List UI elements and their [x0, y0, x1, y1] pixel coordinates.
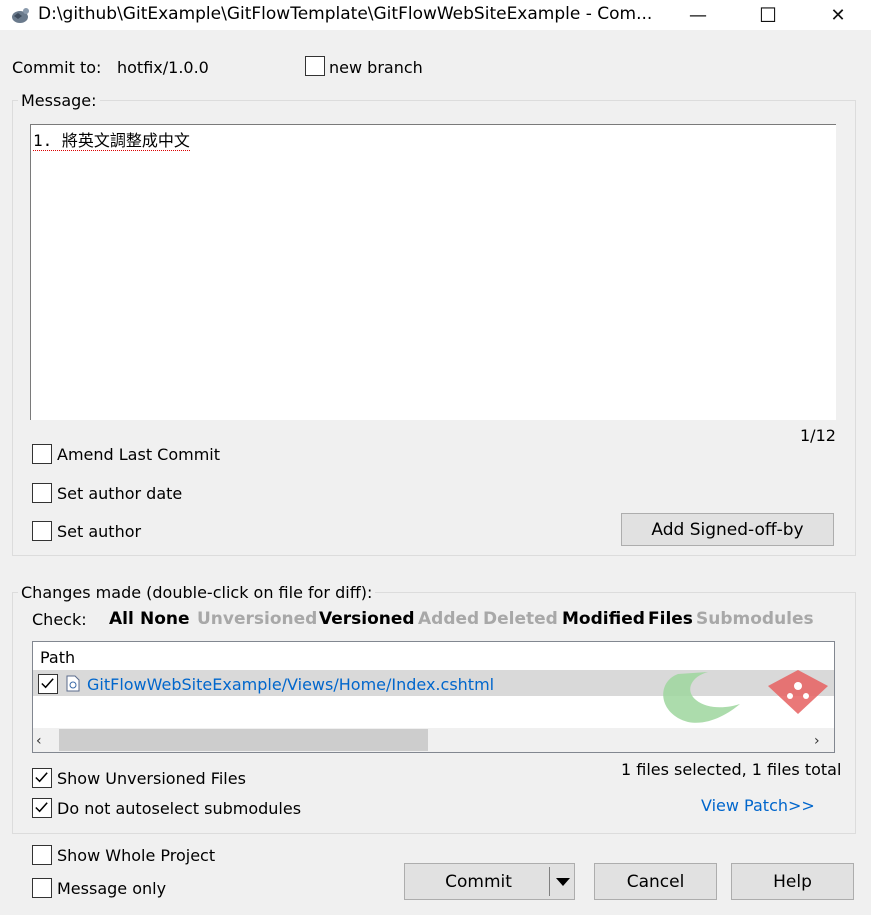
title-bar: D:\github\GitExample\GitFlowTemplate\Git… — [0, 0, 871, 30]
tortoisegit-watermark-icon — [663, 670, 828, 723]
filter-modified[interactable]: Modified — [562, 609, 645, 629]
message-content: 1. 將英文調整成中文 — [33, 131, 190, 151]
scrollbar-thumb[interactable] — [59, 729, 428, 751]
window-title: D:\github\GitExample\GitFlowTemplate\Git… — [38, 4, 653, 24]
file-path[interactable]: GitFlowWebSiteExample/Views/Home/Index.c… — [87, 675, 494, 694]
selection-summary: 1 files selected, 1 files total — [621, 760, 842, 779]
show-whole-project-label: Show Whole Project — [57, 846, 216, 865]
checkmark-icon — [41, 678, 54, 689]
maximize-icon: ☐ — [759, 3, 777, 27]
column-header-path[interactable]: Path — [40, 648, 75, 667]
filter-added: Added — [418, 609, 480, 629]
amend-last-commit-label: Amend Last Commit — [57, 445, 221, 464]
set-author-date-label: Set author date — [57, 484, 183, 503]
no-autoselect-submodules-checkbox[interactable] — [32, 798, 52, 818]
scroll-left-icon[interactable]: ‹ — [36, 733, 42, 749]
checkmark-icon — [35, 772, 48, 783]
scroll-right-icon[interactable]: › — [814, 733, 820, 749]
add-signed-off-by-button[interactable]: Add Signed-off-by — [621, 513, 834, 546]
chevron-down-icon — [556, 878, 570, 886]
set-author-date-checkbox[interactable] — [32, 483, 52, 503]
show-whole-project-checkbox[interactable] — [32, 845, 52, 865]
file-icon — [66, 675, 80, 692]
message-editor[interactable] — [30, 124, 836, 420]
minimize-icon: — — [689, 4, 707, 26]
amend-last-commit-checkbox[interactable] — [32, 444, 52, 464]
changes-group-label: Changes made (double-click on file for d… — [18, 583, 376, 602]
split-divider — [549, 867, 550, 896]
cancel-button[interactable]: Cancel — [594, 863, 717, 900]
show-unversioned-checkbox[interactable] — [32, 768, 52, 788]
maximize-button[interactable]: ☐ — [745, 0, 791, 30]
message-only-checkbox[interactable] — [32, 878, 52, 898]
new-branch-checkbox[interactable] — [305, 56, 325, 76]
filter-deleted: Deleted — [483, 609, 558, 629]
minimize-button[interactable]: — — [675, 0, 721, 30]
set-author-label: Set author — [57, 522, 142, 541]
commit-dropdown-button[interactable] — [552, 869, 574, 895]
commit-to-label: Commit to: — [12, 58, 102, 77]
branch-name: hotfix/1.0.0 — [117, 58, 209, 77]
file-row-checkbox[interactable] — [38, 674, 58, 694]
filter-none[interactable]: None — [140, 609, 190, 629]
filter-versioned[interactable]: Versioned — [319, 609, 415, 629]
close-button[interactable]: ✕ — [815, 0, 861, 30]
show-unversioned-label: Show Unversioned Files — [57, 769, 246, 788]
commit-button-label: Commit — [445, 871, 512, 892]
filter-files[interactable]: Files — [648, 609, 693, 629]
help-button[interactable]: Help — [731, 863, 854, 900]
message-text[interactable]: 1. 將英文調整成中文 — [33, 127, 190, 151]
checkmark-icon — [35, 802, 48, 813]
filter-submodules: Submodules — [696, 609, 814, 629]
message-group-label: Message: — [18, 91, 100, 110]
set-author-checkbox[interactable] — [32, 521, 52, 541]
filter-all[interactable]: All — [109, 609, 134, 629]
filter-unversioned: Unversioned — [197, 609, 318, 629]
check-label: Check: — [32, 610, 87, 629]
view-patch-link[interactable]: View Patch>> — [701, 796, 815, 815]
close-icon: ✕ — [830, 4, 846, 26]
tortoisegit-app-icon — [12, 8, 29, 23]
message-only-label: Message only — [57, 879, 167, 898]
new-branch-label: new branch — [329, 58, 423, 77]
no-autoselect-submodules-label: Do not autoselect submodules — [57, 799, 302, 818]
message-line-counter: 1/12 — [800, 426, 836, 445]
